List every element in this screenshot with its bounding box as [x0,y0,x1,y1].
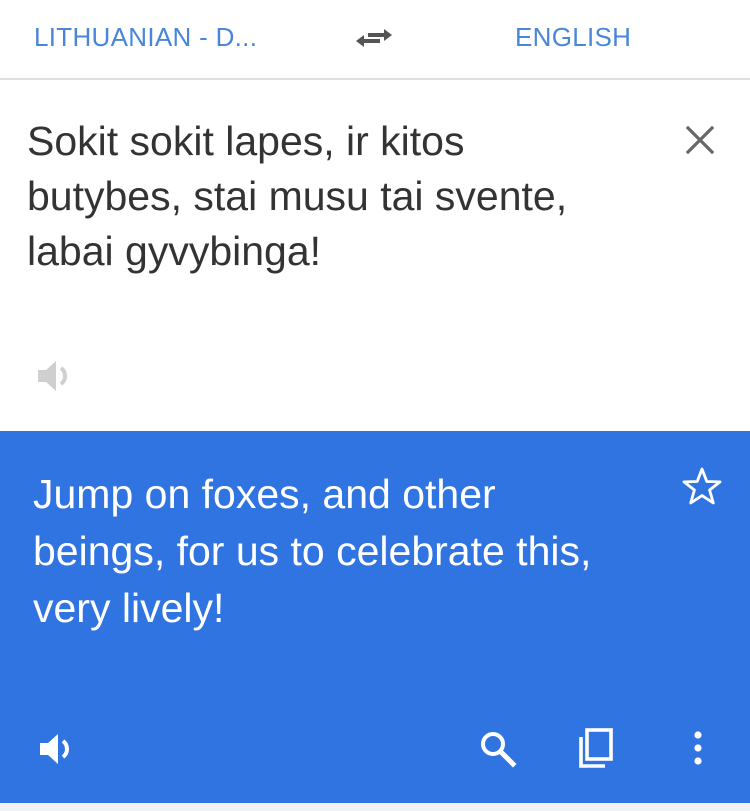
search-icon [476,727,520,771]
swap-horiz-icon [352,18,396,58]
translate-app: LITHUANIAN - D... ENGLISH Sokit sokit la… [0,0,750,811]
more-vert-icon [676,727,720,771]
source-listen-button[interactable] [34,354,78,398]
copy-icon [573,727,617,771]
clear-button[interactable] [678,118,722,162]
search-button[interactable] [476,727,520,771]
result-listen-button[interactable] [36,727,80,771]
target-language-selector[interactable]: ENGLISH [515,20,715,54]
save-translation-button[interactable] [680,465,724,509]
more-options-button[interactable] [676,727,720,771]
star-outline-icon [680,465,724,509]
bottom-divider [0,803,750,811]
source-panel: Sokit sokit lapes, ir kitos butybes, sta… [0,80,750,431]
volume-icon [36,727,80,771]
translation-result-panel: Jump on foxes, and other beings, for us … [0,431,750,803]
translation-text: Jump on foxes, and other beings, for us … [33,471,592,631]
copy-button[interactable] [573,727,617,771]
close-icon [678,118,722,162]
language-bar: LITHUANIAN - D... ENGLISH [0,0,750,80]
volume-icon [34,354,78,398]
source-text-input[interactable]: Sokit sokit lapes, ir kitos butybes, sta… [27,114,627,279]
swap-languages-button[interactable] [352,18,396,58]
source-language-selector[interactable]: LITHUANIAN - D... [34,20,274,54]
